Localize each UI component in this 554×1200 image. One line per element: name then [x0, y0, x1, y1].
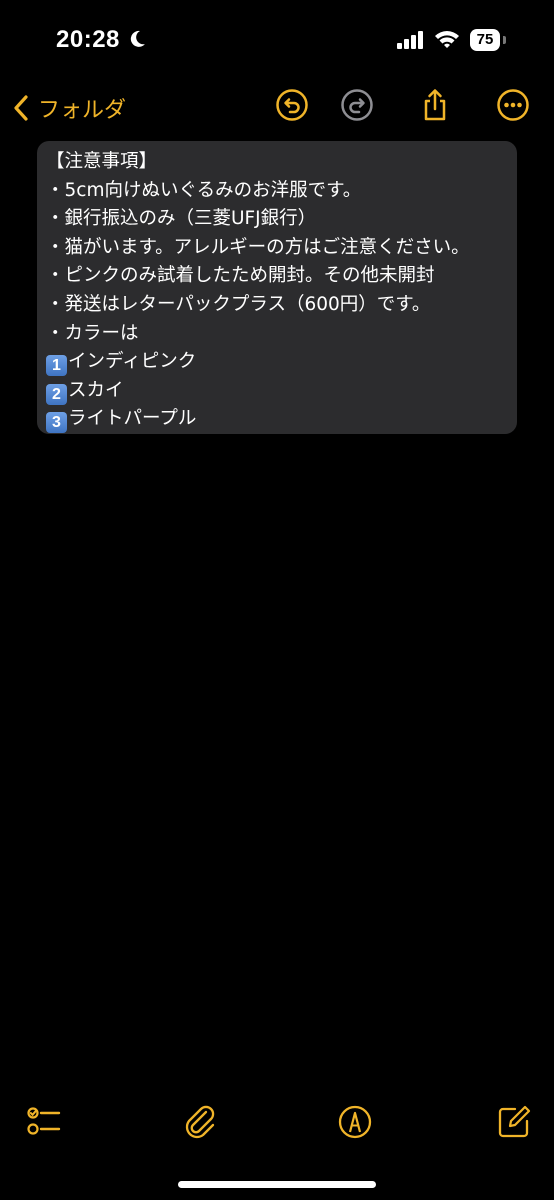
- keycap-number-icon: 1: [46, 355, 67, 377]
- battery-tip: [503, 36, 506, 44]
- note-line: ・猫がいます。アレルギーの方はご注意ください。: [46, 234, 470, 263]
- markup-pen-icon[interactable]: [337, 1104, 373, 1140]
- note-line: ・ピンクのみ試着したため開封。その他未開封: [46, 262, 470, 291]
- note-line-text: ・カラーは: [46, 322, 139, 344]
- keycap-number-icon: 2: [46, 383, 67, 405]
- battery-icon: 75: [470, 29, 500, 51]
- note-line-text: ・発送はレターパックプラス（600円）です。: [46, 293, 431, 315]
- wifi-icon: [435, 31, 459, 48]
- note-line: 【注意事項】: [46, 148, 470, 177]
- redo-icon[interactable]: [340, 88, 374, 122]
- note-line-text: ・5cm向けぬいぐるみのお洋服です。: [46, 179, 362, 201]
- moon-icon: [130, 30, 145, 47]
- note-line: ・カラーは: [46, 320, 470, 349]
- note-line: ・5cm向けぬいぐるみのお洋服です。: [46, 177, 470, 206]
- note-line: ・発送はレターパックプラス（600円）です。: [46, 291, 470, 320]
- note-line-text: ・ピンクのみ試着したため開封。その他未開封: [46, 265, 435, 287]
- note-line: 1 インディピンク: [46, 348, 470, 377]
- note-line-text: ・銀行振込のみ（三菱UFJ銀行）: [46, 208, 317, 230]
- keycap-number-icon: 3: [46, 412, 67, 434]
- share-icon[interactable]: [418, 88, 452, 122]
- note-line: ・銀行振込のみ（三菱UFJ銀行）: [46, 205, 470, 234]
- checklist-icon[interactable]: [26, 1104, 62, 1140]
- paperclip-icon[interactable]: [182, 1104, 218, 1140]
- cellular-signal-icon: [397, 31, 423, 49]
- home-indicator[interactable]: [178, 1181, 376, 1188]
- more-icon[interactable]: [496, 88, 530, 122]
- note-line-text: ・猫がいます。アレルギーの方はご注意ください。: [46, 236, 470, 258]
- note-line: 3 ライトパープル: [46, 405, 470, 434]
- status-time: 20:28: [56, 26, 120, 53]
- back-button[interactable]: フォルダ: [12, 92, 126, 124]
- compose-icon[interactable]: [496, 1104, 532, 1140]
- note-line-text: インディピンク: [68, 351, 197, 373]
- note-line-text: 【注意事項】: [46, 151, 158, 172]
- note-body[interactable]: 【注意事項】・5cm向けぬいぐるみのお洋服です。 ・銀行振込のみ（三菱UFJ銀行）…: [46, 148, 470, 434]
- note-line: 2 スカイ: [46, 377, 470, 406]
- note-line-text: スカイ: [68, 379, 124, 401]
- bottom-toolbar: [0, 1090, 554, 1160]
- status-bar: 20:28 75: [0, 0, 554, 80]
- battery-level: 75: [476, 31, 494, 48]
- undo-icon[interactable]: [275, 88, 309, 122]
- chevron-left-icon: [14, 95, 28, 121]
- back-label: フォルダ: [38, 98, 127, 123]
- note-line-text: ライトパープル: [68, 408, 197, 430]
